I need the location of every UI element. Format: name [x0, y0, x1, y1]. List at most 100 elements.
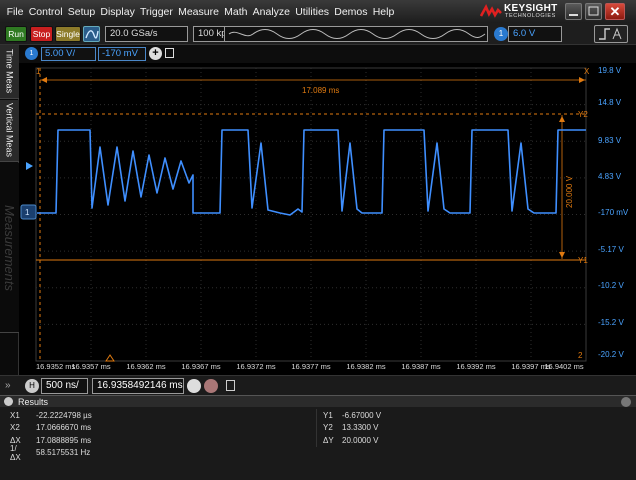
time-tick-label: 16.9392 ms [456, 362, 495, 371]
y1-cursor-label: Y1 [578, 256, 588, 265]
maximize-icon [588, 6, 599, 16]
horizontal-badge[interactable]: H [25, 379, 39, 393]
y-scale-label: 4.83 V [598, 172, 622, 181]
acquisition-overview[interactable] [224, 26, 488, 42]
autoscale-button[interactable] [83, 26, 100, 42]
sample-rate-field[interactable]: 20.0 GSa/s [105, 26, 188, 42]
y2-cursor-label: Y2 [578, 110, 588, 119]
time-tick-label: 16.9382 ms [346, 362, 385, 371]
time-tick-label: 16.9402 ms [544, 362, 583, 371]
channel-1-badge[interactable]: 1 [25, 47, 38, 60]
zoom-icon[interactable] [187, 379, 201, 393]
result-value: 17.0666670 ms [36, 423, 92, 433]
menu-display[interactable]: Display [98, 6, 138, 18]
horizontal-lock-icon[interactable] [226, 380, 235, 391]
result-value: -22.2224798 µs [36, 410, 92, 420]
horizontal-reference-icon[interactable] [204, 379, 218, 393]
gear-icon[interactable] [4, 397, 13, 406]
result-value: 20.0000 V [342, 435, 379, 445]
result-row: Y1 -6.67000 V [317, 409, 636, 422]
time-position-field[interactable]: 16.9358492146 ms [92, 378, 184, 394]
run-button[interactable]: Run [5, 26, 27, 42]
toolbar: Run Stop Single 20.0 GSa/s 100 kpts 1 6.… [0, 23, 636, 45]
menu-demos[interactable]: Demos [332, 6, 370, 18]
time-tick-label: 16.9357 ms [71, 362, 110, 371]
result-row: ΔY 20.0000 V [317, 434, 636, 447]
channel-bar: 1 5.00 V/ -170 mV + [19, 45, 636, 63]
result-key: X1 [10, 410, 20, 420]
trigger-level-marker[interactable] [26, 162, 33, 170]
channel-1-ground-marker[interactable]: 1 [20, 204, 37, 220]
delta-y-label: 20.000 V [565, 175, 574, 208]
time-tick-label: 16.9352 ms [36, 362, 75, 371]
brand-subtitle: TECHNOLOGIES [505, 13, 556, 19]
delta-x-label: 17.089 ms [302, 86, 339, 95]
y-scale-label: -5.17 V [598, 245, 624, 254]
y-scale-label: -10.2 V [598, 281, 624, 290]
y-scale-label: 14.8 V [598, 98, 622, 107]
plus-icon: + [152, 47, 159, 59]
menu-utilities[interactable]: Utilities [293, 6, 332, 18]
result-row: X1 -22.2224798 µs [0, 409, 315, 422]
menu-analyze[interactable]: Analyze [250, 6, 293, 18]
autoscale-icon [85, 30, 99, 39]
expand-chevron-icon[interactable]: » [5, 380, 11, 391]
close-button[interactable]: ✕ [605, 3, 625, 20]
result-value: 13.3300 V [342, 423, 379, 433]
trigger-position-marker-icon [105, 354, 115, 362]
single-button[interactable]: Single [55, 26, 81, 42]
result-row: 1/ΔX 58.5175531 Hz [0, 444, 315, 462]
channel-lock-icon[interactable] [165, 48, 174, 58]
menu-control[interactable]: Control [26, 6, 65, 18]
result-key: X2 [10, 423, 20, 433]
result-value: -6.67000 V [342, 410, 382, 420]
menu-measure[interactable]: Measure [175, 6, 221, 18]
waveform-display[interactable]: 1 1 X 17.089 ms 20.000 V Y2 Y1 2 16.9352… [0, 63, 636, 375]
delta-y-up-arrow-icon [559, 116, 565, 122]
svg-text:1: 1 [25, 208, 30, 217]
channel-offset-field[interactable]: -170 mV [98, 47, 146, 61]
collapse-icon[interactable] [621, 397, 631, 407]
result-row: Y2 13.3300 V [317, 422, 636, 435]
cursor-marker-2: 2 [578, 351, 583, 360]
minimize-icon [569, 14, 578, 16]
cursor-marker-1: 1 [36, 67, 41, 76]
stop-button[interactable]: Stop [30, 26, 53, 42]
trigger-edge-button[interactable] [594, 25, 628, 43]
trigger-level-field[interactable]: 6.0 V [508, 26, 562, 42]
result-row: ΔX 17.0888895 ms [0, 434, 315, 447]
menu-help[interactable]: Help [370, 6, 397, 18]
minimize-button[interactable] [565, 3, 582, 20]
y-scale-label: 9.83 V [598, 136, 622, 145]
results-panel: X1 -22.2224798 µs X2 17.0666670 ms ΔX 17.08… [0, 407, 636, 480]
menu-setup[interactable]: Setup [65, 6, 98, 18]
result-value: 58.5175531 Hz [36, 448, 91, 458]
channel-scale-field[interactable]: 5.00 V/ [41, 47, 96, 61]
menu-math[interactable]: Math [222, 6, 251, 18]
menu-bar: File Control Setup Display Trigger Measu… [0, 0, 636, 23]
maximize-button[interactable] [585, 3, 602, 20]
time-scale-field[interactable]: 500 ns/ [41, 378, 88, 394]
keysight-wave-icon [480, 4, 502, 18]
result-key: Y2 [323, 423, 333, 433]
x-cursor-results: X1 -22.2224798 µs X2 17.0666670 ms ΔX 17.08… [0, 409, 315, 462]
menu-trigger[interactable]: Trigger [137, 6, 175, 18]
time-tick-label: 16.9362 ms [126, 362, 165, 371]
graticule-grid [35, 67, 587, 362]
add-channel-button[interactable]: + [149, 47, 162, 60]
time-tick-label: 16.9372 ms [236, 362, 275, 371]
cursor-marker-x: X [584, 67, 590, 76]
delta-y-down-arrow-icon [559, 252, 565, 258]
menu-file[interactable]: File [4, 6, 26, 18]
time-tick-label: 16.9367 ms [181, 362, 220, 371]
results-header: Results [0, 395, 636, 407]
time-tick-label: 16.9387 ms [401, 362, 440, 371]
result-key: Y1 [323, 410, 333, 420]
trigger-channel-badge[interactable]: 1 [494, 27, 508, 41]
horizontal-bar: » H 500 ns/ 16.9358492146 ms [0, 375, 636, 395]
time-axis-labels: 16.9352 ms16.9357 ms 16.9362 ms 16.9367 ms… [36, 362, 584, 371]
delta-x-right-arrow-icon [579, 77, 585, 83]
y-scale-label: -20.2 V [598, 350, 624, 359]
result-key: ΔY [323, 435, 334, 445]
result-value: 17.0888895 ms [36, 435, 92, 445]
